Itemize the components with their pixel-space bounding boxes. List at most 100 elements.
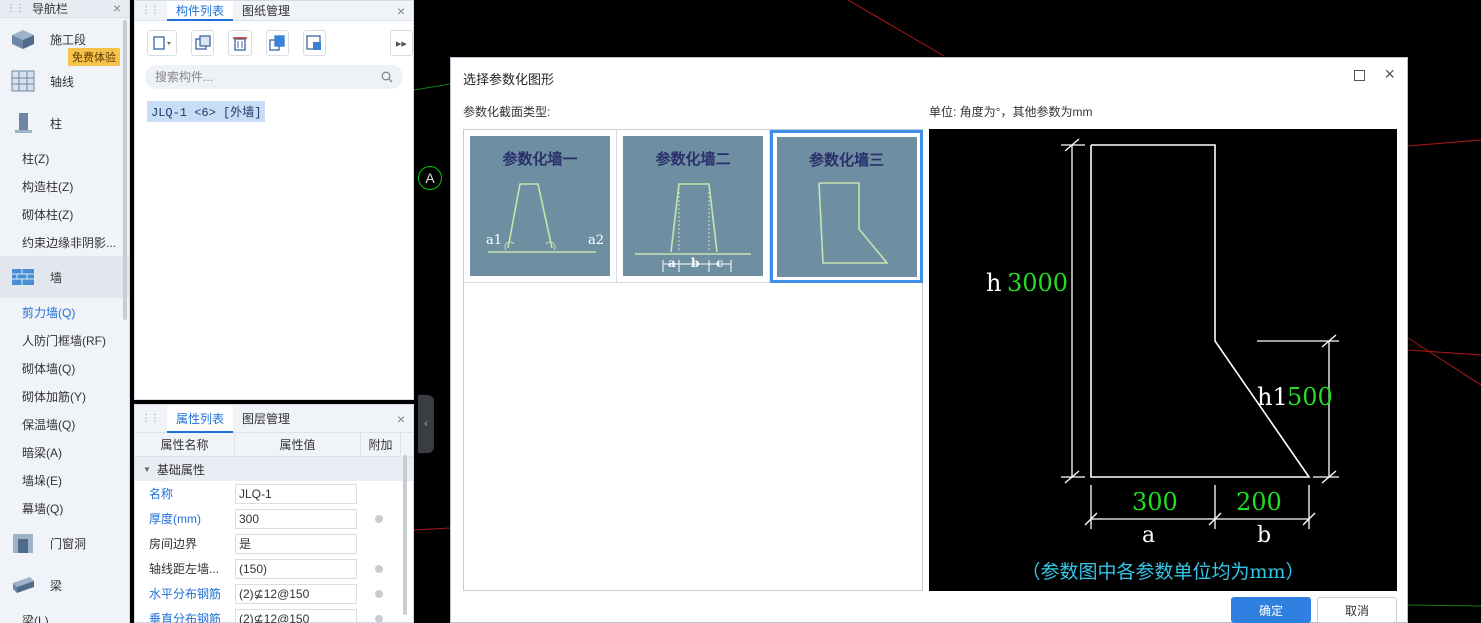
more-tools-button[interactable]: ▸▸ [389, 30, 413, 56]
collapse-panel-button[interactable]: ‹ [418, 395, 434, 453]
column-icon [15, 113, 32, 133]
nav-category-wall[interactable]: 墙 [0, 256, 129, 298]
nav-item-hidden-beam[interactable]: 暗梁(A) [0, 438, 129, 466]
property-row: 房间边界 是 [135, 531, 413, 556]
property-name: 水平分布钢筋 [149, 587, 222, 601]
nav-item-boundary-column[interactable]: 约束边缘非阴影... [0, 228, 129, 256]
axis-label: A [425, 170, 435, 186]
nav-panel: ⋮⋮ 导航栏 × 施工段 免费体验 轴线 柱 柱(Z) 构造柱(Z) 砌体柱(Z… [0, 0, 130, 623]
close-icon[interactable]: × [113, 0, 121, 16]
dim-value-h: 3000 [1007, 269, 1068, 297]
close-icon[interactable]: × [1384, 64, 1395, 85]
nav-category-door-window[interactable]: 门窗洞 [0, 522, 129, 564]
nav-category-beam[interactable]: 梁 [0, 564, 129, 606]
nav-item-curtain-wall[interactable]: 幕墙(Q) [0, 494, 129, 522]
dim-value-b: 200 [1236, 488, 1282, 516]
nav-item-wall-pier[interactable]: 墙垛(E) [0, 466, 129, 494]
copy-component-button[interactable] [191, 30, 215, 56]
drag-grip-icon[interactable]: ⋮⋮ [141, 413, 160, 424]
property-scrollbar[interactable] [403, 455, 407, 615]
property-value-field[interactable]: 是 [235, 533, 357, 554]
nav-item-masonry-rebar[interactable]: 砌体加筋(Y) [0, 382, 129, 410]
search-input[interactable] [155, 70, 381, 84]
nav-category-label: 施工段 [50, 32, 87, 47]
property-table-header: 属性名称 属性值 附加 [135, 433, 413, 457]
shape-option-wall-3[interactable]: 参数化墙三 [770, 130, 923, 283]
shape-thumbnail: 参数化墙三 [776, 136, 917, 277]
nav-header: ⋮⋮ 导航栏 × [0, 0, 129, 18]
trash-icon [232, 37, 247, 51]
copy-icon [195, 35, 211, 50]
nav-item-constructional-column[interactable]: 构造柱(Z) [0, 172, 129, 200]
nav-category-label: 墙 [50, 270, 63, 285]
property-value-field[interactable]: 300 [235, 508, 357, 529]
nav-item-masonry-wall[interactable]: 砌体墙(Q) [0, 354, 129, 382]
tab-component-list[interactable]: 构件列表 [167, 0, 234, 21]
nav-item-beam[interactable]: 梁(L) [0, 606, 129, 623]
property-value-field[interactable]: (150) [235, 558, 357, 579]
preview-drawing: h 3000 h1 500 300 200 a b （参数图中各参数单位均为mm… [986, 138, 1339, 583]
tab-layer-management[interactable]: 图层管理 [233, 405, 299, 433]
shape-option-wall-2[interactable]: 参数化墙二 a b c [617, 130, 770, 283]
property-name: 垂直分布钢筋 [149, 612, 222, 623]
component-tabbar: ⋮⋮ 构件列表 图纸管理 × [135, 0, 413, 21]
property-name: 房间边界 [149, 537, 198, 551]
axis-marker-a: A [418, 166, 442, 190]
search-box[interactable] [145, 65, 403, 89]
property-value-field[interactable]: (2)⊈12@150 [235, 608, 357, 623]
nav-category-label: 轴线 [50, 74, 75, 89]
param-label-a1: a1 [486, 233, 502, 248]
dim-label-b: b [1257, 523, 1271, 548]
component-list-item[interactable]: JLQ-1 <6> [外墙] [147, 101, 266, 122]
dim-label-h1: h1 [1257, 383, 1288, 411]
attach-checkbox[interactable] [375, 514, 383, 523]
property-panel: ⋮⋮ 属性列表 图层管理 × 属性名称 属性值 附加 ▼ 基础属性 名称 JLQ… [134, 404, 414, 623]
parametric-shape-dialog: 选择参数化图形 × 参数化截面类型: 单位: 角度为°，其他参数为mm 参数化墙… [450, 57, 1408, 623]
close-icon[interactable]: × [397, 3, 405, 19]
property-group-basic[interactable]: ▼ 基础属性 [135, 457, 413, 481]
nav-item-insulation-wall[interactable]: 保温墙(Q) [0, 410, 129, 438]
shape-option-wall-1[interactable]: 参数化墙一 a1 a2 [464, 130, 617, 283]
new-file-icon [153, 36, 172, 50]
property-name: 厚度(mm) [149, 512, 201, 526]
nav-item-masonry-column[interactable]: 砌体柱(Z) [0, 200, 129, 228]
unit-note: （参数图中各参数单位均为mm） [1021, 561, 1304, 583]
param-label-b: b [691, 256, 699, 270]
new-component-button[interactable] [147, 30, 178, 56]
beam-icon [13, 577, 34, 593]
delete-component-button[interactable] [228, 30, 252, 56]
maximize-icon[interactable] [1354, 70, 1365, 81]
ok-button[interactable]: 确定 [1231, 597, 1311, 623]
door-window-icon [13, 534, 33, 553]
dim-value-a: 300 [1132, 488, 1178, 516]
attach-checkbox[interactable] [375, 614, 383, 623]
property-name: 名称 [149, 487, 174, 501]
pick-icon [306, 35, 322, 50]
unit-label: 单位: 角度为°，其他参数为mm [929, 105, 1093, 119]
nav-item-column[interactable]: 柱(Z) [0, 144, 129, 172]
pick-component-button[interactable] [302, 30, 326, 56]
tab-drawing-management[interactable]: 图纸管理 [233, 1, 299, 21]
property-row: 轴线距左墙... (150) [135, 556, 413, 581]
property-value-field[interactable]: JLQ-1 [235, 483, 357, 504]
nav-scrollbar[interactable] [123, 20, 127, 320]
property-value-field[interactable]: (2)⊈12@150 [235, 583, 357, 604]
drag-grip-icon[interactable]: ⋮⋮ [141, 5, 160, 16]
shape-thumbnail: 参数化墙二 a b c [623, 136, 763, 276]
close-icon[interactable]: × [397, 411, 405, 427]
drag-grip-icon[interactable]: ⋮⋮ [6, 3, 25, 14]
search-icon[interactable] [381, 71, 393, 83]
nav-category-axis[interactable]: 轴线 [0, 60, 129, 102]
tab-property-list[interactable]: 属性列表 [167, 404, 234, 433]
layer-copy-button[interactable] [265, 30, 289, 56]
property-row: 厚度(mm) 300 [135, 506, 413, 531]
cancel-button[interactable]: 取消 [1317, 597, 1397, 623]
cube-icon [12, 30, 34, 49]
shape-preview: h 3000 h1 500 300 200 a b （参数图中各参数单位均为mm… [929, 129, 1397, 591]
attach-checkbox[interactable] [375, 564, 383, 573]
nav-item-shear-wall[interactable]: 剪力墙(Q) [0, 298, 129, 326]
nav-item-civil-defense-wall[interactable]: 人防门框墙(RF) [0, 326, 129, 354]
nav-category-construction[interactable]: 施工段 免费体验 [0, 18, 129, 66]
nav-category-column[interactable]: 柱 [0, 102, 129, 144]
attach-checkbox[interactable] [375, 589, 383, 598]
